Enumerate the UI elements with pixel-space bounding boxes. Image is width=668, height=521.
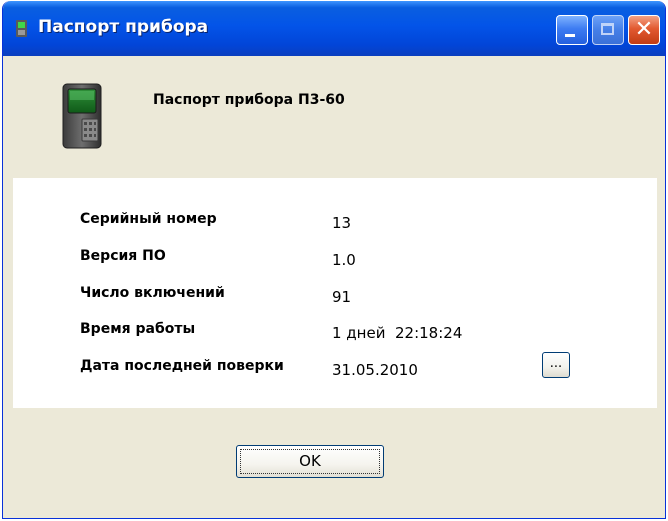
ok-button-label: OK	[299, 452, 321, 470]
calibration-browse-button[interactable]: ...	[542, 352, 570, 378]
software-version-label: Версия ПО	[80, 248, 166, 264]
operating-time-value: 1 дней 22:18:24	[332, 324, 463, 342]
last-calibration-label: Дата последней поверки	[80, 358, 284, 374]
dialog-window: Паспорт прибора ✕ Паспорт прибора П3-60 …	[2, 1, 666, 519]
device-icon	[62, 83, 102, 149]
device-small-icon	[16, 20, 27, 37]
info-panel: Серийный номер 13 Версия ПО 1.0 Число вк…	[13, 178, 657, 408]
software-version-value: 1.0	[332, 251, 356, 269]
header-title: Паспорт прибора П3-60	[153, 92, 345, 108]
ok-button[interactable]: OK	[236, 445, 384, 478]
minimize-icon	[565, 34, 575, 37]
title-bar[interactable]: Паспорт прибора ✕	[3, 1, 665, 56]
maximize-icon	[601, 23, 614, 35]
dialog-header: Паспорт прибора П3-60	[3, 56, 665, 178]
serial-number-label: Серийный номер	[80, 211, 217, 227]
close-icon: ✕	[634, 17, 654, 42]
last-calibration-value: 31.05.2010	[332, 361, 418, 379]
maximize-button[interactable]	[592, 15, 624, 45]
window-title: Паспорт прибора	[38, 17, 209, 37]
minimize-button[interactable]	[556, 15, 588, 45]
close-button[interactable]: ✕	[628, 15, 660, 45]
operating-time-label: Время работы	[80, 321, 196, 337]
power-on-count-value: 91	[332, 288, 352, 306]
power-on-count-label: Число включений	[80, 285, 225, 301]
serial-number-value: 13	[332, 214, 352, 232]
